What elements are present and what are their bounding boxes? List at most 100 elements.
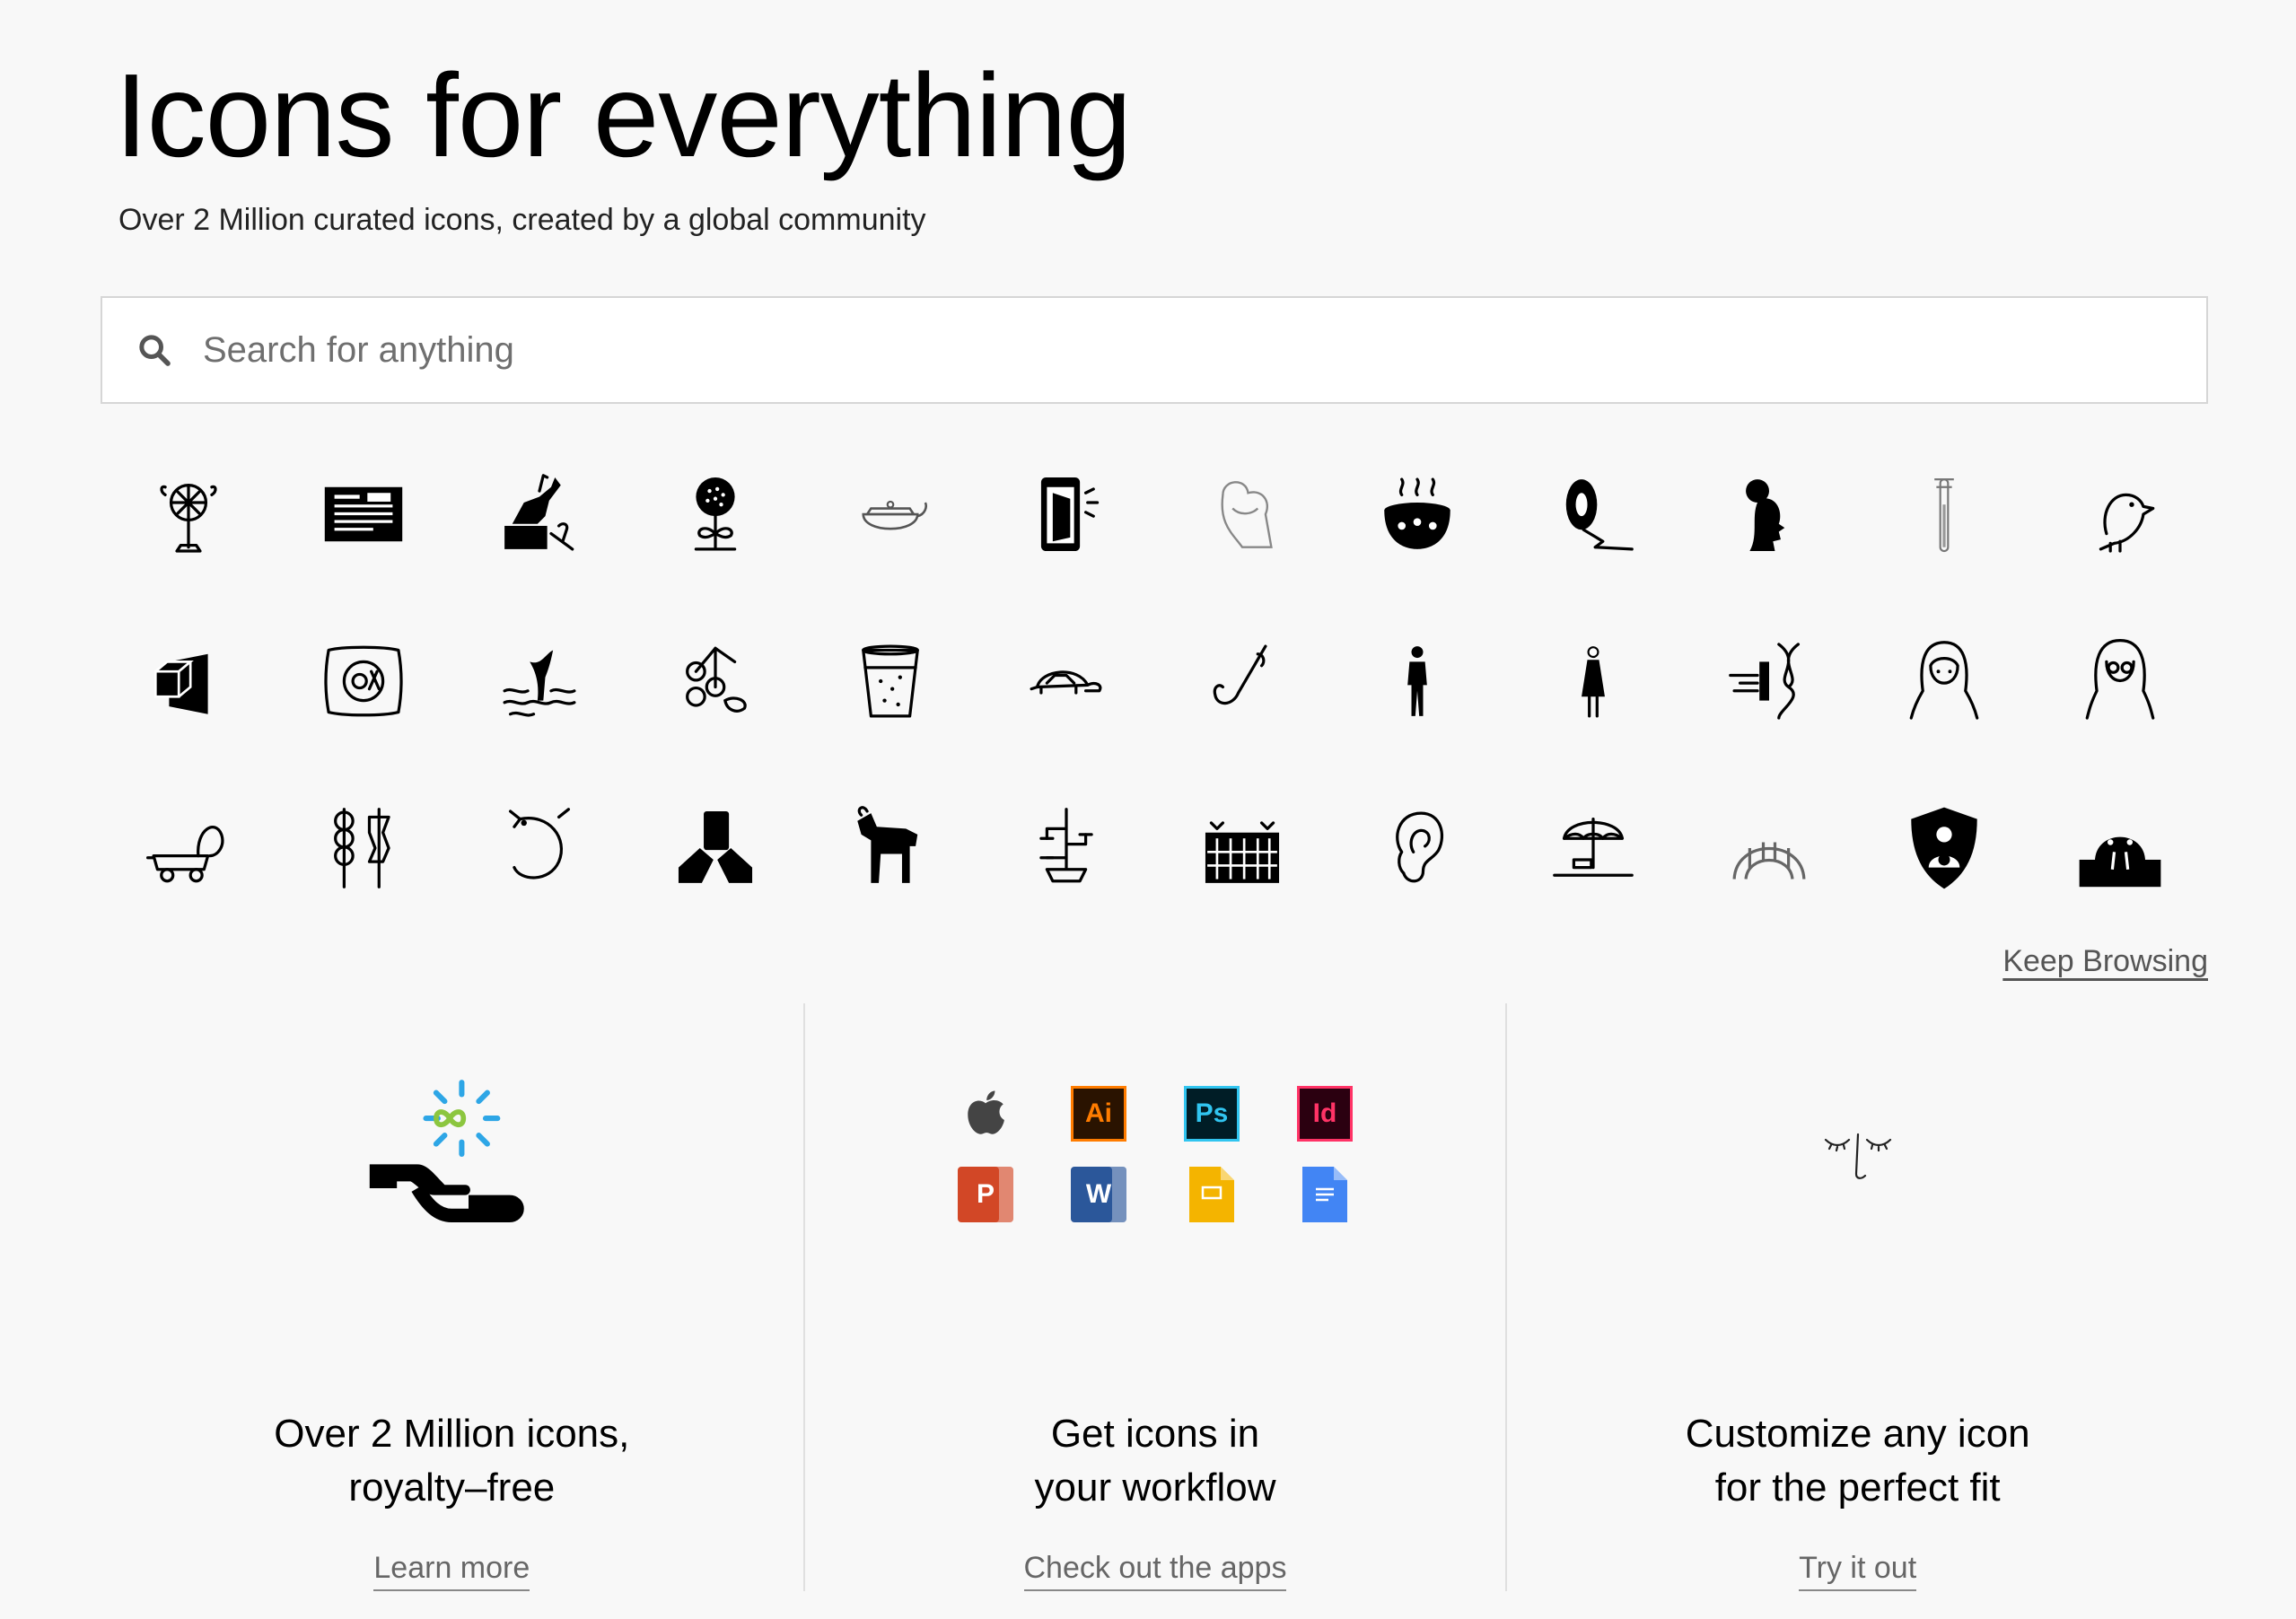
icon-card[interactable]	[2032, 431, 2208, 598]
bonsai-icon	[1039, 808, 1093, 883]
fence-field-icon	[1205, 821, 1279, 883]
icon-card[interactable]	[101, 598, 276, 765]
search-icon	[139, 335, 171, 366]
icon-card[interactable]	[1681, 598, 1857, 765]
goat-icon	[857, 806, 918, 883]
icon-card[interactable]	[1330, 598, 1506, 765]
icon-card[interactable]	[803, 765, 979, 932]
keep-browsing-link[interactable]: Keep Browsing	[2002, 944, 2208, 979]
icon-card[interactable]	[627, 765, 803, 932]
app-icons: Ai Ps Id P W	[957, 1086, 1353, 1222]
sunflower-icon	[694, 477, 737, 551]
feature-title: Over 2 Million icons, royalty–free	[274, 1412, 630, 1510]
icon-card[interactable]	[1154, 431, 1330, 598]
icon-card[interactable]	[1857, 598, 2033, 765]
teapot-icon	[862, 500, 928, 530]
icon-card[interactable]	[803, 598, 979, 765]
learn-more-link[interactable]: Learn more	[373, 1551, 530, 1591]
google-docs-icon	[1297, 1167, 1353, 1222]
icon-card[interactable]	[276, 598, 452, 765]
icon-card[interactable]	[1681, 765, 1857, 932]
icon-card[interactable]	[978, 431, 1154, 598]
woman-profile-icon	[1745, 479, 1785, 552]
equestrian-statue-icon	[504, 474, 574, 551]
icon-card[interactable]	[1330, 431, 1506, 598]
icon-grid	[101, 431, 2208, 932]
phone-hands-icon	[678, 810, 752, 883]
check-out-apps-link[interactable]: Check out the apps	[1023, 1551, 1287, 1591]
feature-customize: Customize any icon for the perfect fit T…	[1505, 1003, 2208, 1591]
puffin-icon	[2099, 493, 2155, 553]
newspaper-icon	[325, 486, 403, 542]
features-section: Over 2 Million icons, royalty–free Learn…	[101, 1003, 2208, 1591]
icon-card[interactable]	[1154, 765, 1330, 932]
indesign-icon: Id	[1296, 1086, 1353, 1142]
hijab-woman-icon	[1910, 641, 1979, 720]
bridge-icon	[1732, 842, 1806, 880]
dango-icon	[334, 808, 391, 888]
dna-icon	[1729, 643, 1800, 720]
powerpoint-icon: P	[957, 1167, 1013, 1222]
icon-card[interactable]	[101, 765, 276, 932]
phone-door-icon	[1041, 477, 1100, 552]
icon-card[interactable]	[627, 431, 803, 598]
whale-tail-icon	[503, 650, 576, 717]
icon-card[interactable]	[1681, 431, 1857, 598]
fishing-hook-icon	[1213, 644, 1267, 705]
icon-card[interactable]	[1505, 598, 1681, 765]
google-slides-icon	[1184, 1167, 1240, 1222]
shield-mother-icon	[1911, 807, 1978, 889]
word-icon: W	[1070, 1167, 1126, 1222]
hug-icon	[1221, 481, 1273, 548]
ear-icon	[1396, 811, 1444, 883]
icon-card[interactable]	[978, 765, 1154, 932]
shrimp-icon	[509, 808, 571, 880]
woman-glasses-icon	[2085, 639, 2155, 720]
cauldron-icon	[1384, 477, 1451, 549]
icon-card[interactable]	[1505, 765, 1681, 932]
try-it-out-link[interactable]: Try it out	[1799, 1551, 1917, 1591]
beach-umbrella-icon	[1553, 817, 1634, 877]
woman-standing-icon	[1582, 646, 1606, 718]
thermometer-icon	[1934, 478, 1955, 553]
icon-card[interactable]	[1154, 598, 1330, 765]
feature-title: Get icons in your workflow	[1034, 1412, 1276, 1510]
man-standing-icon	[1407, 646, 1428, 716]
icon-card[interactable]	[451, 431, 627, 598]
icon-card[interactable]	[451, 598, 627, 765]
icon-card[interactable]	[2032, 598, 2208, 765]
icon-card[interactable]	[1857, 431, 2033, 598]
film-reel-icon	[1565, 479, 1634, 551]
photoshop-icon: Ps	[1183, 1086, 1240, 1142]
icon-card[interactable]	[1857, 765, 2033, 932]
page-subtitle: Over 2 Million curated icons, created by…	[118, 203, 926, 237]
cart-icon	[145, 826, 224, 883]
berries-icon	[685, 646, 747, 713]
feature-title: Customize any icon for the perfect fit	[1685, 1412, 2030, 1510]
box-vr-icon	[153, 653, 208, 714]
icon-card[interactable]	[1505, 431, 1681, 598]
icon-card[interactable]	[101, 431, 276, 598]
page-title: Icons for everything	[115, 49, 1132, 181]
search-input[interactable]	[201, 328, 2090, 372]
icon-card[interactable]	[276, 765, 452, 932]
feature-workflow: Ai Ps Id P W Get icons in your workflow Chec…	[802, 1003, 1506, 1591]
feature-royalty-free: Over 2 Million icons, royalty–free Learn…	[101, 1003, 803, 1591]
icon-card[interactable]	[803, 431, 979, 598]
fan-icon	[160, 483, 217, 553]
icon-card[interactable]	[276, 431, 452, 598]
icon-card[interactable]	[978, 598, 1154, 765]
icon-card[interactable]	[2032, 765, 2208, 932]
icon-card[interactable]	[1330, 765, 1506, 932]
apple-icon	[958, 1086, 1013, 1142]
walrus-icon	[2079, 836, 2161, 888]
search-bar[interactable]	[101, 296, 2208, 404]
icon-card[interactable]	[627, 598, 803, 765]
embroidery-icon	[324, 645, 404, 717]
turtle-icon	[1030, 670, 1102, 695]
icon-card[interactable]	[451, 765, 627, 932]
glass-water-icon	[862, 644, 920, 718]
hand-infinity-icon	[370, 1080, 524, 1222]
face-line-icon	[1824, 1133, 1891, 1179]
illustrator-icon: Ai	[1070, 1086, 1126, 1142]
